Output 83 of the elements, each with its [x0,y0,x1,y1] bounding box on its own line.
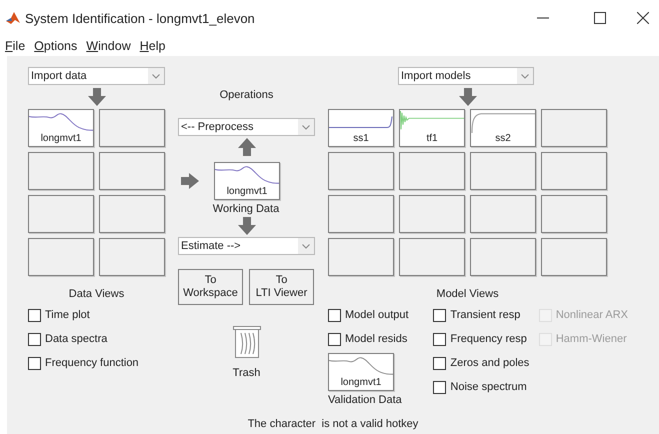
model-tile[interactable]: tf1 [399,109,465,147]
chevron-down-icon [302,124,310,130]
menu-item[interactable]: Help [140,39,166,53]
menu-item[interactable]: Options [34,39,78,53]
model-tile[interactable] [470,195,536,233]
data-tile[interactable] [99,152,165,190]
export-button[interactable]: To LTI Viewer [249,269,314,305]
model-tile[interactable] [328,238,394,276]
section-title: Data Views [68,288,126,302]
model-tile[interactable] [541,238,607,276]
checkbox[interactable] [28,332,41,346]
section-title: Operations [218,89,274,103]
estimate-dropdown[interactable]: Estimate --> [178,237,315,255]
maximize-icon[interactable] [594,12,606,24]
right-arrow-icon [181,173,199,189]
peak-icon [6,11,20,25]
checkbox[interactable] [433,308,446,322]
tile-label: ss2 [495,133,511,146]
checkbox[interactable] [433,332,446,346]
import-data-dropdown[interactable]: Import data [28,67,165,85]
model-tile[interactable] [399,195,465,233]
model-tile[interactable] [399,238,465,276]
menu-item[interactable]: File [5,39,26,53]
checkbox[interactable] [28,308,41,322]
trash-label: Trash [232,367,262,379]
checkbox-label: Nonlinear ARX [556,309,628,321]
data-tile[interactable] [99,109,165,147]
checkbox-label: Frequency function [45,357,139,369]
checkbox-label: Data spectra [45,333,108,345]
data-tile[interactable] [28,152,94,190]
model-tile[interactable] [541,109,607,147]
checkbox[interactable] [433,380,446,394]
tile-label: ss1 [353,133,369,146]
validation-data-tile[interactable]: longmvt1 [328,353,394,391]
checkbox-label: Transient resp [450,309,520,321]
checkbox-label: Model output [345,309,409,321]
chevron-down-icon [152,74,160,78]
working-data-label: Working Data [213,203,279,215]
data-tile[interactable] [99,238,165,276]
down-arrow-icon [238,217,256,235]
close-icon[interactable] [637,12,649,24]
trash-icon[interactable] [232,326,260,358]
model-tile[interactable] [470,152,536,190]
working-data-tile[interactable]: longmvt1 [214,162,280,200]
validation-data-label: Validation Data [328,394,403,406]
model-tile[interactable] [541,152,607,190]
checkbox[interactable] [433,356,446,370]
checkbox[interactable] [28,356,41,370]
tile-label: longmvt1 [226,186,268,199]
data-tile[interactable] [99,195,165,233]
model-tile[interactable] [328,152,394,190]
data-tile[interactable] [28,238,94,276]
tile-label: longmvt1 [340,377,382,390]
status-message: The character is not a valid hotkey [246,418,420,430]
chevron-down-icon [521,74,529,78]
checkbox-label: Noise spectrum [450,381,527,393]
checkbox[interactable] [328,308,341,322]
model-tile[interactable] [399,152,465,190]
preprocess-dropdown[interactable]: <-- Preprocess [178,118,315,136]
section-title: Model Views [435,288,500,302]
chevron-down-icon [302,244,310,248]
checkbox-label: Frequency resp [450,333,527,345]
tile-label: longmvt1 [40,133,82,146]
export-button[interactable]: To Workspace [178,269,243,305]
tile-label: tf1 [426,133,438,146]
checkbox[interactable] [328,332,341,346]
checkbox-label: Hamm-Wiener [556,333,627,345]
data-tile[interactable] [28,195,94,233]
up-arrow-icon [238,138,256,156]
model-tile[interactable]: ss1 [328,109,394,147]
model-tile[interactable] [470,238,536,276]
model-tile[interactable] [328,195,394,233]
data-tile[interactable]: longmvt1 [28,109,94,147]
checkbox-label: Zeros and poles [450,357,530,369]
menu-item[interactable]: Window [86,39,131,53]
window-title: System Identification - longmvt1_elevon [25,10,255,26]
model-tile[interactable] [541,195,607,233]
down-arrow-icon [88,88,106,106]
model-tile[interactable]: ss2 [470,109,536,147]
import-models-dropdown[interactable]: Import models [398,67,534,85]
down-arrow-icon [458,88,476,106]
checkbox-label: Model resids [345,333,408,345]
checkbox-label: Time plot [45,309,90,321]
